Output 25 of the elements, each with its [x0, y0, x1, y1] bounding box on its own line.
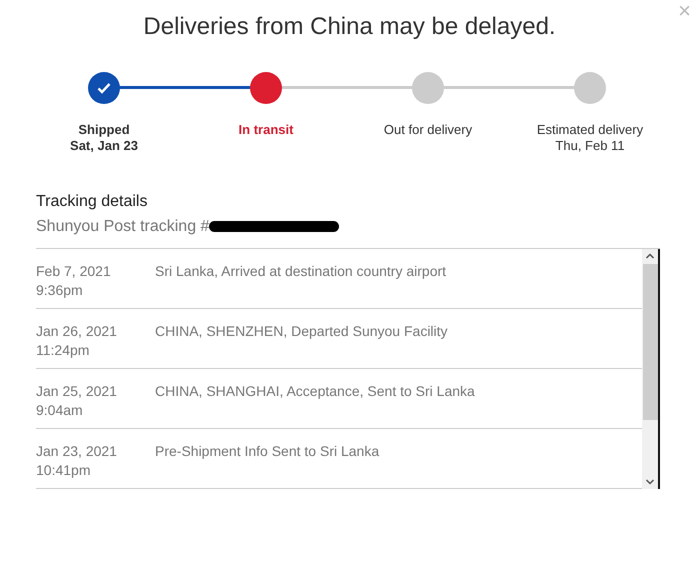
event-description: CHINA, SHENZHEN, Departed Sunyou Facility — [155, 322, 448, 341]
step-label: In transit — [238, 122, 294, 138]
step-label: Out for delivery — [384, 122, 472, 138]
dialog-title: Deliveries from China may be delayed. — [142, 12, 557, 42]
step-date: Sat, Jan 23 — [70, 138, 138, 154]
event-time: 9:04am — [36, 400, 84, 420]
event-date: Jan 26, 2021 — [36, 322, 118, 341]
event-date: Jan 23, 2021 — [36, 442, 118, 461]
scrollbar[interactable] — [642, 248, 660, 489]
event-time: 10:41pm — [36, 460, 92, 480]
close-button[interactable]: × — [678, 0, 691, 22]
scrollbar-thumb[interactable] — [642, 264, 658, 420]
event-time: 11:24pm — [36, 340, 90, 360]
event-date: Feb 7, 2021 — [36, 262, 112, 281]
step-label: Estimated delivery — [536, 122, 644, 138]
event-description: CHINA, SHANGHAI, Acceptance, Sent to Sri Lanka — [155, 382, 475, 401]
event-date: Jan 25, 2021 — [36, 382, 118, 401]
event-description: Sri Lanka, Arrived at destination country airport — [155, 262, 446, 281]
event-description: Pre-Shipment Info Sent to Sri Lanka — [155, 442, 380, 461]
tracking-label: Shunyou Post tracking # — [36, 216, 210, 237]
step-date: Thu, Feb 11 — [554, 138, 626, 154]
check-icon — [97, 82, 111, 94]
section-heading: Tracking details — [36, 192, 148, 211]
event-time: 9:36pm — [36, 280, 84, 300]
step-label: Shipped — [77, 122, 131, 138]
